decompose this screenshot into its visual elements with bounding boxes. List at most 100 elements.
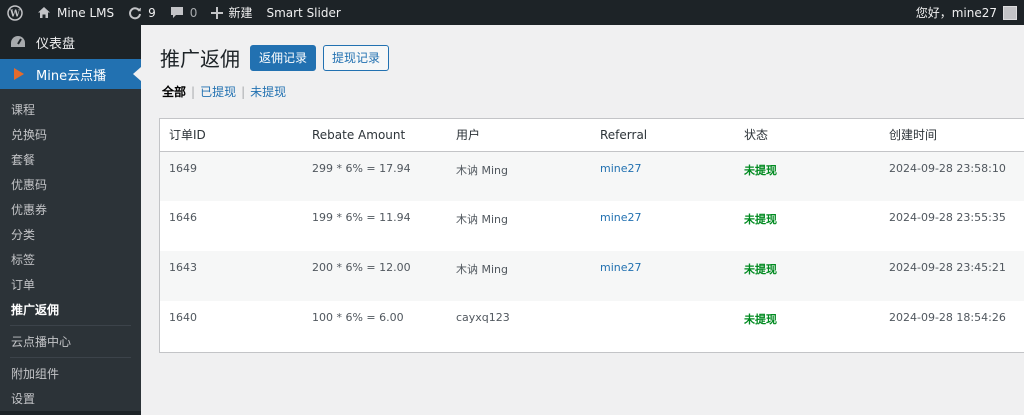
submenu-item-packages[interactable]: 套餐 [0, 147, 141, 172]
admin-sidebar: 仪表盘 Mine云点播 课程 兑换码 套餐 优惠码 优惠券 分类 标签 订单 推… [0, 25, 141, 415]
new-content-link[interactable]: 新建 [204, 0, 259, 25]
column-header-status[interactable]: 状态 [735, 119, 880, 152]
page-heading: 推广返佣 返佣记录 提现记录 [160, 43, 396, 72]
submenu-label: 课程 [11, 103, 36, 117]
status-badge: 未提现 [744, 163, 777, 177]
filter-separator: | [191, 84, 196, 99]
submenu-item-orders[interactable]: 订单 [0, 272, 141, 297]
status-filter-links: 全部 | 已提现 | 未提现 [162, 83, 286, 100]
admin-bar: W Mine LMS 9 0 新建 Smart Slider 您好，mine27 [0, 0, 1024, 25]
submenu-item-addons[interactable]: 附加组件 [0, 361, 141, 386]
updates-link[interactable]: 9 [121, 0, 163, 25]
submenu-item-redeem-codes[interactable]: 兑换码 [0, 122, 141, 147]
table-row: 1649 299 * 6% = 17.94 木讷 Ming mine27 未提现… [160, 151, 1024, 201]
cell-user: cayxq123 [456, 311, 510, 324]
smart-slider-link[interactable]: Smart Slider [259, 0, 347, 25]
submenu-label: 附加组件 [11, 367, 60, 381]
filter-withdrawn-link[interactable]: 已提现 [200, 83, 236, 100]
table-row: 1646 199 * 6% = 11.94 木讷 Ming mine27 未提现… [160, 201, 1024, 251]
column-header-rebate-amount[interactable]: Rebate Amount [303, 119, 447, 152]
site-name: Mine LMS [57, 5, 115, 20]
cell-order-id: 1646 [169, 211, 197, 224]
submenu-label: 云点播中心 [11, 335, 72, 349]
table-row: 1643 200 * 6% = 12.00 木讷 Ming mine27 未提现… [160, 251, 1024, 301]
cell-status: 未提现 [735, 301, 880, 351]
home-icon [37, 6, 51, 19]
main-content: 推广返佣 返佣记录 提现记录 全部 | 已提现 | 未提现 订单ID Rebat… [141, 25, 1024, 415]
cell-created: 2024-09-28 23:45:21 [889, 261, 1006, 274]
submenu: 课程 兑换码 套餐 优惠码 优惠券 分类 标签 订单 推广返佣 云点播中心 附加… [0, 89, 141, 411]
status-badge: 未提现 [744, 313, 777, 326]
status-badge: 未提现 [744, 213, 777, 226]
cell-status: 未提现 [735, 151, 880, 201]
cell-rebate-amount: 199 * 6% = 11.94 [312, 211, 411, 224]
column-header-created[interactable]: 创建时间 [880, 119, 1024, 152]
cell-rebate-amount: 299 * 6% = 17.94 [312, 161, 411, 175]
menu-dashboard[interactable]: 仪表盘 [0, 25, 141, 59]
page-title: 推广返佣 [160, 47, 240, 71]
rebate-records-button[interactable]: 返佣记录 [250, 44, 317, 71]
menu-mine-vod-label: Mine云点播 [36, 68, 107, 84]
submenu-item-settings[interactable]: 设置 [0, 386, 141, 411]
cell-order-id: 1640 [169, 311, 197, 324]
referral-link[interactable]: mine27 [600, 211, 642, 224]
withdrawal-records-button[interactable]: 提现记录 [323, 44, 390, 71]
cell-created: 2024-09-28 18:54:26 [889, 311, 1006, 324]
submenu-item-courses[interactable]: 课程 [0, 97, 141, 122]
submenu-label: 优惠码 [11, 178, 48, 192]
menu-mine-vod[interactable]: Mine云点播 [0, 59, 141, 89]
cell-order-id: 1649 [169, 161, 197, 175]
submenu-label: 套餐 [11, 153, 36, 167]
cell-referral: mine27 [591, 151, 735, 201]
submenu-label: 设置 [11, 392, 36, 406]
submenu-divider [10, 325, 131, 326]
cell-created: 2024-09-28 23:55:35 [889, 211, 1006, 224]
submenu-item-coupons[interactable]: 优惠券 [0, 197, 141, 222]
submenu-divider [10, 357, 131, 358]
rebate-table: 订单ID Rebate Amount 用户 Referral 状态 创建时间 1… [159, 118, 1024, 353]
wordpress-logo-icon[interactable]: W [0, 0, 30, 25]
referral-link[interactable]: mine27 [600, 162, 642, 175]
column-header-referral[interactable]: Referral [591, 119, 735, 152]
table-row: 1640 100 * 6% = 6.00 cayxq123 未提现 2024-0… [160, 301, 1024, 351]
new-label: 新建 [228, 6, 253, 20]
submenu-label: 推广返佣 [11, 303, 60, 317]
avatar [1003, 5, 1017, 20]
submenu-item-tags[interactable]: 标签 [0, 247, 141, 272]
smart-slider-label: Smart Slider [266, 5, 341, 20]
cell-status: 未提现 [735, 251, 880, 301]
filter-all-link[interactable]: 全部 [162, 83, 186, 100]
refresh-icon [128, 6, 142, 20]
submenu-item-referral-rebate[interactable]: 推广返佣 [0, 297, 141, 322]
submenu-label: 订单 [11, 278, 36, 292]
submenu-label: 分类 [11, 228, 36, 242]
svg-text:W: W [9, 9, 21, 19]
cell-created: 2024-09-28 23:58:10 [889, 161, 1006, 175]
comments-count: 0 [189, 5, 198, 20]
referral-link[interactable]: mine27 [600, 261, 642, 274]
submenu-item-promo-codes[interactable]: 优惠码 [0, 172, 141, 197]
greeting-text: 您好，mine27 [915, 6, 997, 20]
column-header-order-id[interactable]: 订单ID [160, 119, 303, 152]
comment-bubble-icon [170, 6, 184, 19]
submenu-item-categories[interactable]: 分类 [0, 222, 141, 247]
submenu-label: 兑换码 [11, 128, 48, 142]
table-header-row: 订单ID Rebate Amount 用户 Referral 状态 创建时间 [160, 119, 1024, 152]
cell-rebate-amount: 200 * 6% = 12.00 [312, 261, 411, 274]
cell-user: 木讷 Ming [456, 263, 508, 276]
site-name-link[interactable]: Mine LMS [30, 0, 121, 25]
play-logo-icon [10, 67, 26, 81]
cell-user: 木讷 Ming [456, 213, 508, 226]
comments-link[interactable]: 0 [163, 0, 205, 25]
filter-not-withdrawn-link[interactable]: 未提现 [250, 83, 286, 100]
my-account-link[interactable]: 您好，mine27 [909, 0, 1024, 25]
filter-separator: | [241, 84, 246, 99]
updates-count: 9 [148, 5, 156, 20]
submenu-label: 标签 [11, 253, 36, 267]
menu-dashboard-label: 仪表盘 [36, 36, 76, 52]
cell-rebate-amount: 100 * 6% = 6.00 [312, 311, 404, 324]
cell-order-id: 1643 [169, 261, 197, 274]
column-header-user[interactable]: 用户 [447, 119, 591, 152]
submenu-item-vod-center[interactable]: 云点播中心 [0, 329, 141, 354]
cell-referral: mine27 [591, 251, 735, 301]
